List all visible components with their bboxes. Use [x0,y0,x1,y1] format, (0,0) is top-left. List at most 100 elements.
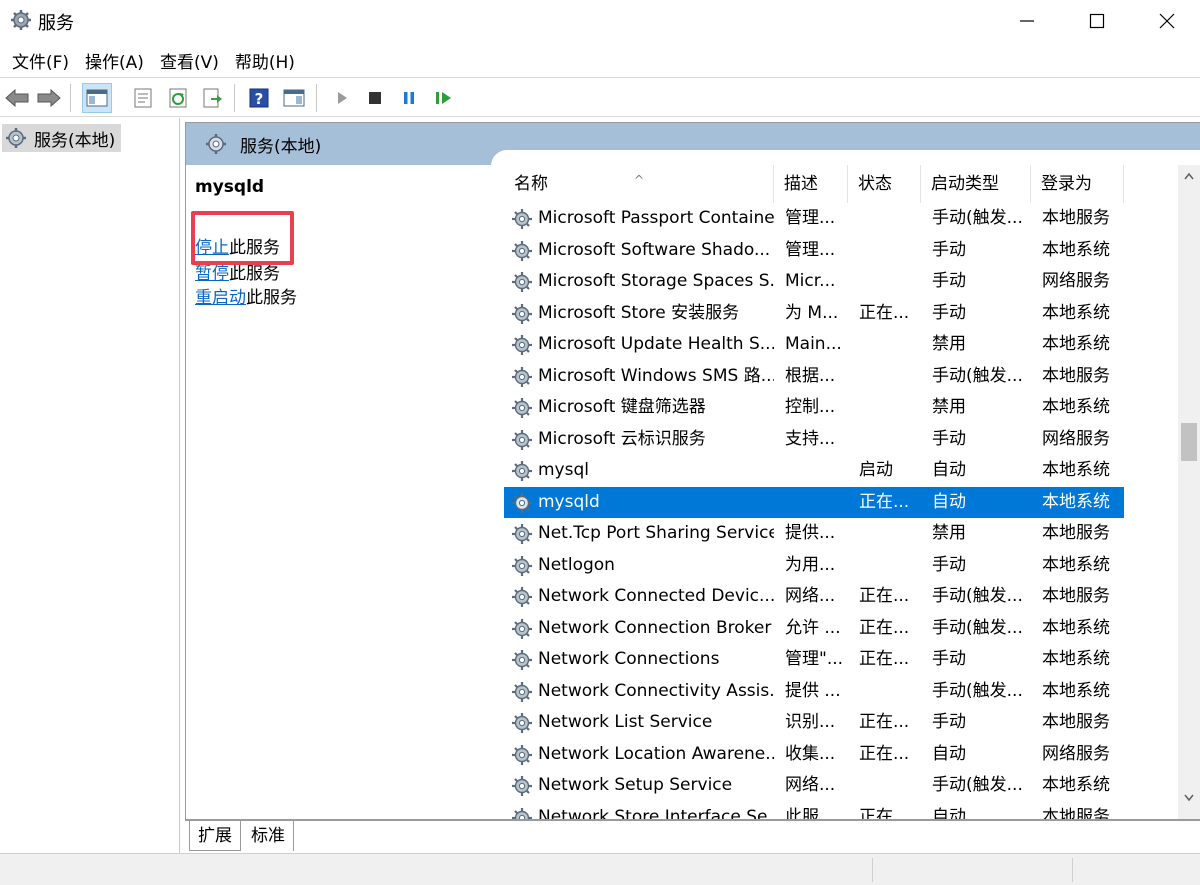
cell-description: 管理... [785,239,836,260]
show-hide-tree-button[interactable] [82,83,112,113]
pane-header-title: 服务(本地) [240,136,322,157]
service-gear-icon [512,681,532,702]
pause-service-link[interactable]: 暂停 [195,264,229,284]
back-button[interactable] [2,83,32,113]
refresh-button[interactable] [163,83,193,113]
cell-description: 此服... [785,806,836,820]
close-button[interactable] [1132,0,1200,42]
help-button[interactable]: ? [244,83,274,113]
window-title: 服务 [38,13,74,34]
cell-name: mysqld [538,491,600,512]
cell-name: Microsoft 键盘筛选器 [538,397,706,417]
tree-item-services-local[interactable]: 服务(本地) [2,124,122,152]
restart-service-link[interactable]: 重启动 [195,288,246,308]
service-gear-icon [512,555,532,576]
table-row[interactable]: Network List Service 识别... 正在... 手动 本地服务 [504,707,1124,739]
show-action-pane-button[interactable] [279,83,309,113]
cell-description: 提供 ... [785,680,841,701]
menu-view[interactable]: 查看(V) [152,44,227,77]
cell-log-on-as: 本地系统 [1042,239,1110,260]
cell-name: Netlogon [538,554,615,575]
column-header-startup-type[interactable]: 启动类型 [921,165,1031,203]
table-row[interactable]: Microsoft 云标识服务 支持... 手动 网络服务 [504,424,1124,456]
pause-icon [404,92,414,104]
table-row[interactable]: Microsoft Passport Container 管理... 手动(触发..… [504,203,1124,235]
cell-status [859,392,925,424]
table-row[interactable]: Network Setup Service 网络... 手动(触发... 本地系统 [504,770,1124,802]
table-row[interactable]: Netlogon 为用... 手动 本地系统 [504,550,1124,582]
svg-text:?: ? [255,90,264,108]
tab-standard[interactable]: 标准 [243,821,294,851]
service-gear-icon [512,744,532,765]
properties-icon [134,88,152,108]
view-tabs: 扩展 标准 [185,820,1200,852]
column-header-description[interactable]: 描述 [774,165,848,203]
service-gear-icon [512,713,532,733]
cell-status: 正在... [859,806,910,820]
cell-status [859,361,925,393]
table-row[interactable]: Microsoft Storage Spaces S... Micr... 手动 网络… [504,266,1124,298]
maximize-button[interactable] [1062,0,1132,42]
cell-log-on-as: 本地服务 [1042,208,1110,228]
tab-extended[interactable]: 扩展 [189,821,241,851]
forward-button[interactable] [34,83,64,113]
cell-log-on-as: 网络服务 [1042,428,1110,449]
table-row[interactable]: Microsoft 键盘筛选器 控制... 禁用 本地系统 [504,392,1124,424]
cell-startup-type: 禁用 [932,397,966,417]
table-row[interactable]: Network Connection Broker 允许 ... 正在... 手动(触… [504,613,1124,645]
cell-startup-type: 手动 [932,302,966,323]
cell-description: 支持... [785,428,836,449]
vertical-scrollbar[interactable] [1178,165,1200,819]
cell-name: Network Connectivity Assis... [538,680,774,701]
cell-description: Main... [785,334,842,354]
start-service-button[interactable] [327,83,357,113]
highlight-box [191,211,294,265]
table-row[interactable]: Network Store Interface Se... 此服... 正在... 自… [504,802,1124,820]
services-pane: 服务(本地) mysqld 停止此服务 暂停此服务 重启动此服务 ^ 名称 描述… [185,122,1200,820]
export-list-button[interactable] [197,83,227,113]
menu-help[interactable]: 帮助(H) [227,44,303,77]
cell-log-on-as: 本地服务 [1042,523,1110,543]
cell-status: 正在... [859,712,910,732]
menu-file[interactable]: 文件(F) [4,44,77,77]
table-row[interactable]: Microsoft Store 安装服务 为 M... 正在... 手动 本地系统 [504,298,1124,330]
pause-service-button[interactable] [394,83,424,113]
table-row[interactable]: Network Location Awarene... 收集... 正在... 自动 网… [504,739,1124,771]
cell-description: 为 M... [785,302,839,323]
properties-button[interactable] [128,83,158,113]
table-row[interactable]: Microsoft Software Shado... 管理... 手动 本地系统 [504,235,1124,267]
stop-service-button[interactable] [360,83,390,113]
table-row[interactable]: Net.Tcp Port Sharing Service 提供... 禁用 本地服务 [504,518,1124,550]
table-row[interactable]: Network Connections 管理"... 正在... 手动 本地系统 [504,644,1124,676]
service-gear-icon [512,776,532,796]
cell-status [859,550,925,582]
cell-status [859,424,925,456]
minimize-button[interactable] [992,0,1062,42]
cell-startup-type: 手动 [932,649,966,669]
menu-action[interactable]: 操作(A) [77,44,152,77]
table-row[interactable]: Microsoft Windows SMS 路... 根据... 手动(触发... 本… [504,361,1124,393]
scroll-up-button[interactable] [1178,165,1200,187]
service-gear-icon [512,618,532,639]
table-row[interactable]: Network Connected Devic... 网络... 正在... 手动(触… [504,581,1124,613]
column-header-status[interactable]: 状态 [848,165,921,203]
restart-service-button[interactable] [429,83,459,113]
cell-description: 控制... [785,397,836,417]
table-row[interactable]: mysql 启动 自动 本地系统 [504,455,1124,487]
cell-startup-type: 自动 [932,491,966,512]
column-header-name[interactable]: ^ 名称 [504,165,774,203]
column-header-log-on-as[interactable]: 登录为 [1031,165,1124,203]
close-icon [1159,13,1175,29]
table-row[interactable]: Network Connectivity Assis... 提供 ... 手动(触发… [504,676,1124,708]
table-row[interactable]: Microsoft Update Health S... Main... 禁用 本地系… [504,329,1124,361]
scrollbar-thumb[interactable] [1181,423,1197,461]
services-gear-icon [206,134,226,154]
scroll-down-button[interactable] [1178,787,1200,809]
cell-startup-type: 禁用 [932,334,966,354]
cell-description [785,455,851,487]
services-gear-icon [6,128,26,148]
cell-log-on-as: 本地系统 [1042,491,1110,512]
cell-name: Microsoft 云标识服务 [538,428,706,449]
table-row[interactable]: mysqld 正在... 自动 本地系统 [504,486,1124,518]
cell-status [859,235,925,267]
